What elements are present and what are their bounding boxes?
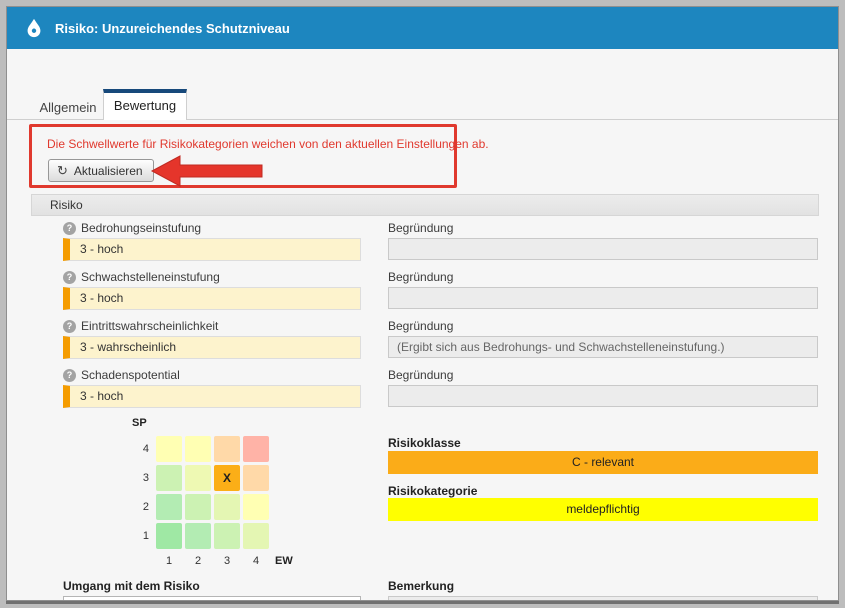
tab-allgemein[interactable]: Allgemein xyxy=(35,97,101,119)
threshold-alert-box: Die Schwellwerte für Risikokategorien we… xyxy=(29,124,457,188)
matrix-cell-sp3-ew2[interactable] xyxy=(185,465,211,491)
schwachstelleneinstufung-value[interactable]: 3 - hoch xyxy=(63,287,361,310)
matrix-col-label-1: 1 xyxy=(156,555,182,567)
matrix-cell-sp4-ew1[interactable] xyxy=(156,436,182,462)
umgang-mit-dem-risiko-label: Umgang mit dem Risiko xyxy=(63,579,200,593)
risk-class-bar: C - relevant xyxy=(388,451,818,474)
begruendung-input-1[interactable] xyxy=(388,238,818,260)
risk-matrix-grid: X xyxy=(156,436,269,549)
field-label-schadenspotential: Schadenspotential xyxy=(81,368,180,382)
matrix-cell-sp2-ew4[interactable] xyxy=(243,494,269,520)
matrix-col-label-4: 4 xyxy=(243,555,269,567)
title-bar: Risiko: Unzureichendes Schutzniveau xyxy=(7,7,838,49)
aktualisieren-button-label: Aktualisieren xyxy=(74,164,143,178)
threshold-alert-message: Die Schwellwerte für Risikokategorien we… xyxy=(47,137,489,151)
matrix-cell-sp2-ew3[interactable] xyxy=(214,494,240,520)
begruendung-label-1: Begründung xyxy=(388,221,453,235)
matrix-cell-sp4-ew3[interactable] xyxy=(214,436,240,462)
matrix-cell-sp1-ew2[interactable] xyxy=(185,523,211,549)
begruendung-label-4: Begründung xyxy=(388,368,453,382)
risk-editor-window: Risiko: Unzureichendes Schutzniveau Allg… xyxy=(6,6,839,601)
bedrohungseinstufung-value[interactable]: 3 - hoch xyxy=(63,238,361,261)
bemerkung-label: Bemerkung xyxy=(388,579,454,593)
matrix-cell-sp2-ew1[interactable] xyxy=(156,494,182,520)
matrix-row-label-4: 4 xyxy=(135,436,149,462)
eintrittswahrscheinlichkeit-value[interactable]: 3 - wahrscheinlich xyxy=(63,336,361,359)
begruendung-input-2[interactable] xyxy=(388,287,818,309)
field-label-schwachstelleneinstufung: Schwachstelleneinstufung xyxy=(81,270,220,284)
red-arrow-annotation-icon xyxy=(150,153,264,189)
field-label-eintrittswahrscheinlichkeit: Eintrittswahrscheinlichkeit xyxy=(81,319,218,333)
aktualisieren-button[interactable]: ↻ Aktualisieren xyxy=(48,159,154,182)
risikoklasse-label: Risikoklasse xyxy=(388,436,461,450)
matrix-y-labels: 4 3 2 1 xyxy=(135,436,149,549)
begruendung-input-4[interactable] xyxy=(388,385,818,407)
bemerkung-input[interactable] xyxy=(388,596,818,601)
handling-select[interactable] xyxy=(63,596,361,601)
tab-bewertung[interactable]: Bewertung xyxy=(103,89,187,120)
matrix-row-label-3: 3 xyxy=(135,465,149,491)
risikokategorie-label: Risikokategorie xyxy=(388,484,477,498)
matrix-cell-sp3-ew1[interactable] xyxy=(156,465,182,491)
matrix-row-label-1: 1 xyxy=(135,523,149,549)
matrix-cell-sp1-ew4[interactable] xyxy=(243,523,269,549)
schadenspotential-value[interactable]: 3 - hoch xyxy=(63,385,361,408)
begruendung-label-2: Begründung xyxy=(388,270,453,284)
help-icon[interactable]: ? xyxy=(63,369,76,382)
window-title: Risiko: Unzureichendes Schutzniveau xyxy=(55,21,290,36)
matrix-cell-sp4-ew4[interactable] xyxy=(243,436,269,462)
matrix-cell-sp4-ew2[interactable] xyxy=(185,436,211,462)
refresh-icon: ↻ xyxy=(57,164,68,177)
matrix-cell-sp3-ew3[interactable]: X xyxy=(214,465,240,491)
matrix-sp-axis-label: SP xyxy=(132,417,147,429)
matrix-cell-sp1-ew3[interactable] xyxy=(214,523,240,549)
matrix-col-label-2: 2 xyxy=(185,555,211,567)
matrix-cell-sp3-ew4[interactable] xyxy=(243,465,269,491)
begruendung-input-3[interactable]: (Ergibt sich aus Bedrohungs- und Schwach… xyxy=(388,336,818,358)
help-icon[interactable]: ? xyxy=(63,320,76,333)
help-icon[interactable]: ? xyxy=(63,271,76,284)
matrix-col-label-3: 3 xyxy=(214,555,240,567)
matrix-ew-axis-label: EW xyxy=(275,555,293,567)
matrix-cell-sp1-ew1[interactable] xyxy=(156,523,182,549)
field-label-bedrohungseinstufung: Bedrohungseinstufung xyxy=(81,221,201,235)
matrix-row-label-2: 2 xyxy=(135,494,149,520)
risk-category-bar: meldepflichtig xyxy=(388,498,818,521)
matrix-cell-sp2-ew2[interactable] xyxy=(185,494,211,520)
app-logo-icon xyxy=(23,17,45,39)
help-icon[interactable]: ? xyxy=(63,222,76,235)
section-risiko-header: Risiko xyxy=(31,194,819,216)
matrix-x-labels: 1234 xyxy=(156,555,269,569)
begruendung-label-3: Begründung xyxy=(388,319,453,333)
